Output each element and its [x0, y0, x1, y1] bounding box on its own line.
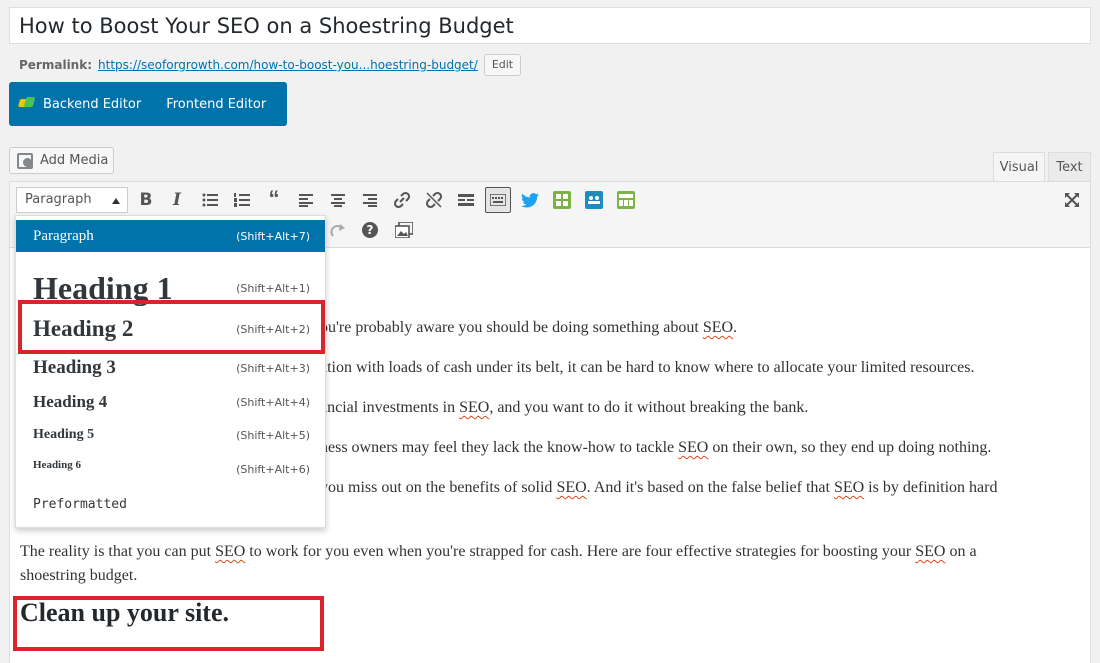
format-option-label: Paragraph: [33, 227, 94, 244]
text-run: ation with loads of cash under its belt,…: [320, 359, 975, 376]
layout-icon[interactable]: [614, 188, 638, 212]
format-option-heading-5[interactable]: Heading 5 (Shift+Alt+5): [16, 420, 325, 450]
bullet-list-icon[interactable]: [198, 188, 222, 212]
text-run: ancial investments in: [320, 399, 460, 416]
blockquote-icon[interactable]: “: [262, 186, 286, 211]
text-run: on their own, so they end up doing nothi…: [708, 439, 992, 456]
text-run: is by definition hard: [864, 479, 998, 496]
spellcheck-word: SEO: [459, 399, 490, 416]
format-option-shortcut: (Shift+Alt+6): [236, 462, 310, 476]
permalink-label: Permalink:: [19, 58, 93, 72]
permalink-link[interactable]: https://seoforgrowth.com/how-to-boost-yo…: [98, 54, 478, 76]
text-run: to work for you even when you're strappe…: [245, 543, 916, 560]
text-run: The reality is that you can put: [20, 543, 216, 560]
gallery-icon[interactable]: [392, 218, 416, 242]
permalink-row: Permalink: https://seoforgrowth.com/how-…: [19, 54, 522, 76]
align-right-icon[interactable]: [358, 188, 382, 212]
format-option-label: Heading 6: [33, 459, 81, 471]
text-run: . And it's based on the false belief tha…: [586, 479, 834, 496]
read-more-icon[interactable]: [454, 188, 478, 212]
media-icon: [17, 153, 34, 169]
format-option-label: Heading 3: [33, 357, 116, 378]
permalink-base: https://seoforgrowth.com/: [98, 58, 254, 72]
align-left-icon[interactable]: [294, 188, 318, 212]
text-run: ness owners may feel they lack the know-…: [320, 439, 679, 456]
format-option-shortcut: (Shift+Alt+4): [236, 395, 310, 409]
format-option-label: Heading 5: [33, 427, 95, 442]
format-option-label: Preformatted: [33, 496, 127, 512]
spellcheck-word: SEO: [915, 543, 946, 560]
highlight-box-heading-2: [18, 300, 325, 354]
content-paragraph-6: The reality is that you can put SEO to w…: [20, 540, 977, 564]
content-paragraph-6-line-2: shoestring budget.: [20, 564, 137, 588]
twitter-icon[interactable]: [518, 188, 542, 212]
format-option-label: Heading 4: [33, 392, 108, 411]
align-center-icon[interactable]: [326, 188, 350, 212]
add-media-button[interactable]: Add Media: [9, 147, 114, 174]
format-select[interactable]: Paragraph: [16, 187, 128, 213]
tab-text[interactable]: Text: [1048, 152, 1091, 182]
text-run: ou're probably aware you should be doing…: [320, 319, 703, 336]
format-option-paragraph[interactable]: Paragraph (Shift+Alt+7): [16, 220, 325, 252]
tab-visual[interactable]: Visual: [993, 152, 1045, 182]
format-option-shortcut: (Shift+Alt+7): [236, 229, 310, 243]
team-icon[interactable]: [582, 188, 606, 212]
add-media-label: Add Media: [40, 153, 109, 168]
format-select-value: Paragraph: [25, 192, 92, 207]
text-run: you miss out on the benefits of solid: [320, 479, 557, 496]
format-option-shortcut: (Shift+Alt+3): [236, 361, 310, 375]
highlight-box-content-heading: [13, 596, 324, 651]
spellcheck-word: SEO: [678, 439, 709, 456]
post-editor-screen: How to Boost Your SEO on a Shoestring Bu…: [0, 0, 1100, 663]
text-run: .: [733, 319, 738, 336]
numbered-list-icon[interactable]: [230, 188, 254, 212]
toolbar-toggle-icon[interactable]: [485, 187, 511, 213]
format-option-heading-6[interactable]: Heading 6 (Shift+Alt+6): [16, 453, 325, 485]
post-title-input[interactable]: How to Boost Your SEO on a Shoestring Bu…: [9, 7, 1091, 44]
spellcheck-word: SEO: [556, 479, 587, 496]
caret-up-icon: [112, 198, 120, 204]
spellcheck-word: SEO: [702, 319, 734, 336]
italic-icon[interactable]: I: [165, 188, 189, 212]
text-run: on a: [945, 543, 977, 560]
format-option-shortcut: (Shift+Alt+1): [236, 281, 310, 295]
grid-icon[interactable]: [550, 188, 574, 212]
permalink-slug: how-to-boost-you...hoestring-budget/: [253, 58, 478, 72]
redo-icon[interactable]: [326, 218, 350, 242]
page-builder-bar: Backend Editor Frontend Editor: [9, 82, 287, 126]
text-run: , and you want to do it without breaking…: [489, 399, 809, 416]
fullscreen-icon[interactable]: [1060, 188, 1084, 212]
spellcheck-word: SEO: [215, 543, 246, 560]
spellcheck-word: SEO: [833, 479, 865, 496]
format-option-heading-4[interactable]: Heading 4 (Shift+Alt+4): [16, 386, 325, 418]
unlink-icon[interactable]: [422, 188, 446, 212]
format-option-preformatted[interactable]: Preformatted: [16, 490, 325, 518]
permalink-edit-button[interactable]: Edit: [483, 54, 522, 76]
format-option-heading-3[interactable]: Heading 3 (Shift+Alt+3): [16, 352, 325, 384]
help-icon[interactable]: ?: [358, 218, 382, 242]
text-run: shoestring budget.: [20, 567, 138, 584]
frontend-editor-button[interactable]: Frontend Editor: [166, 97, 266, 112]
backend-editor-button[interactable]: Backend Editor: [43, 97, 141, 112]
format-option-shortcut: (Shift+Alt+5): [236, 428, 310, 442]
format-dropdown-menu: Paragraph (Shift+Alt+7) Heading 1 (Shift…: [15, 215, 326, 528]
link-icon[interactable]: [390, 188, 414, 212]
bold-icon[interactable]: B: [134, 188, 158, 212]
